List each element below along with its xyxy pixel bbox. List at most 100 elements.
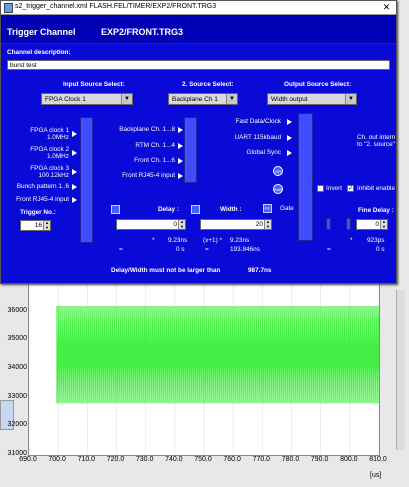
trigger-label: Trigger No.: [20, 209, 56, 216]
invert-checkbox[interactable] [317, 185, 324, 192]
description-label: Channel description: [7, 49, 71, 56]
output-mux-bar [298, 113, 313, 241]
delay-result: 0 s [176, 246, 185, 253]
plot-canvas [29, 283, 379, 455]
input-source-value: FPGA Clock 1 [45, 96, 86, 103]
ff-block: FF [263, 204, 272, 213]
width-block [191, 205, 200, 214]
spinner-icon[interactable]: ▲ ▼ [264, 219, 271, 229]
y-tick-label: 33000 [7, 392, 27, 400]
delay-eq: = [119, 246, 123, 253]
width-result: 193.846ns [230, 246, 260, 253]
second-source-label: 2. Source Select: [182, 81, 234, 88]
spinner-icon[interactable]: ▲ ▼ [43, 220, 50, 230]
x-tick-label: 800.0 [340, 456, 358, 463]
window-title: s2_trigger_channel.xml FLASH.FEL/TIMER/E… [15, 3, 217, 10]
signal-trace [56, 305, 379, 404]
output-source-value: Width output [271, 96, 308, 103]
chevron-down-icon[interactable]: ▼ [345, 94, 356, 104]
gate-label: Gate [280, 205, 294, 212]
close-icon[interactable]: ✕ [381, 2, 392, 13]
input-global-sync: Global Sync [246, 149, 281, 156]
output-source-label: Output Source Select: [284, 81, 352, 88]
window-icon [4, 3, 13, 13]
input-source-select[interactable]: FPGA Clock 1 ▼ [41, 93, 133, 105]
arrow-icon [287, 119, 292, 125]
description-input[interactable]: burst test [7, 60, 390, 70]
input-front-rj45: Front RJ45-4 input [16, 196, 69, 203]
trigger-input[interactable]: 16 ▲ ▼ [20, 220, 51, 231]
arrow-icon [178, 158, 183, 164]
arrow-icon [287, 135, 292, 141]
input-bunch-pattern: Bunch pattern 1..6 [16, 183, 69, 190]
output-source-select[interactable]: Width output ▼ [267, 93, 357, 105]
arrow-icon [178, 143, 183, 149]
input-backplane: Backplane Ch. 1...8 [119, 126, 175, 133]
inhibit-label: Inhibit enable [357, 185, 396, 192]
plot-scrollbar[interactable] [396, 290, 405, 450]
delay-factor: * [152, 237, 155, 244]
fine-delay-label: Fine Delay : [358, 207, 394, 214]
x-tick-label: 730.0 [135, 456, 154, 463]
arrow-icon [178, 173, 183, 179]
fine-delay-input[interactable]: 0 ▲ ▼ [356, 219, 388, 230]
arrow-icon [72, 131, 77, 137]
fine-delay-step: 923ps [367, 237, 385, 244]
input-fpga-clock-1: FPGA clock 1 1.0MHz [30, 127, 69, 141]
x-tick-label: 710.0 [77, 456, 96, 463]
delay-step: 9.23ns [168, 237, 188, 244]
width-input[interactable]: 20 ▲ ▼ [200, 219, 272, 230]
x-tick-label: 780.0 [281, 456, 300, 463]
y-tick-label: 36000 [7, 306, 27, 314]
arrow-icon [178, 127, 183, 133]
arrow-icon [72, 197, 77, 203]
input-fast-data: Fast Data/Clock [235, 118, 281, 125]
arrow-icon [72, 169, 77, 175]
delay-input[interactable]: 0 ▲ ▼ [116, 219, 186, 230]
trigger-channel-window: s2_trigger_channel.xml FLASH.FEL/TIMER/E… [0, 0, 397, 284]
width-label: Width : [220, 206, 242, 213]
spinner-icon[interactable]: ▲ ▼ [178, 219, 185, 229]
x-tick-label: 810.0 [369, 456, 387, 463]
input-source-label: Input Source Select: [63, 81, 125, 88]
delay-block [111, 205, 120, 214]
chevron-down-icon[interactable]: ▼ [226, 94, 237, 104]
chevron-down-icon[interactable]: ▼ [121, 94, 132, 104]
input-rtm: RTM Ch. 1...4 [135, 142, 175, 149]
inhibit-checkbox[interactable]: ✓ [347, 185, 354, 192]
input-fpga-clock-2: FPGA clock 2 1.0MHz [30, 146, 69, 160]
second-source-select[interactable]: Backplane Ch 1 ▼ [168, 93, 238, 105]
arrow-icon [72, 184, 77, 190]
x-tick-label: 720.0 [106, 456, 125, 463]
second-source-mux-bar [184, 117, 197, 183]
input-front-ch: Front Ch. 1...6 [134, 157, 175, 164]
warning-text: Delay/Width must not be larger than [111, 267, 221, 274]
input-mux-bar [80, 117, 93, 243]
invert-label: Invert [326, 185, 342, 192]
y-tick-label: 34000 [7, 364, 27, 371]
width-step: 9.23ns [230, 237, 250, 244]
x-tick-label: 690.0 [19, 456, 37, 463]
signal-plot [28, 282, 380, 456]
y-tick-label: 32000 [7, 421, 27, 429]
input-fpga-clock-3: FPGA clock 3 100.12kHz [30, 165, 69, 179]
channel-out-label: Ch. out intern to "2. source" [357, 134, 396, 148]
title-bar[interactable]: s2_trigger_channel.xml FLASH.FEL/TIMER/E… [1, 1, 396, 15]
fine-delay-result: 0 s [376, 246, 385, 253]
and-gate: AND [273, 184, 283, 194]
fine-delay-eq: = [327, 246, 331, 253]
invert-block [326, 218, 331, 230]
second-source-value: Backplane Ch 1 [172, 96, 218, 103]
delay-label: Delay : [158, 206, 179, 213]
inhibit-block [346, 218, 351, 230]
x-tick-label: 740.0 [165, 456, 183, 463]
spinner-icon[interactable]: ▲ ▼ [380, 219, 387, 229]
width-factor: (x+1) * [203, 237, 223, 244]
or-gate: OR [273, 166, 283, 176]
fine-delay-factor: * [350, 237, 353, 244]
x-tick-label: 750.0 [194, 456, 212, 463]
arrow-icon [72, 150, 77, 156]
x-tick-label: 760.0 [223, 456, 241, 463]
width-eq: = [205, 246, 209, 253]
channel-name: EXP2/FRONT.TRG3 [101, 27, 184, 37]
